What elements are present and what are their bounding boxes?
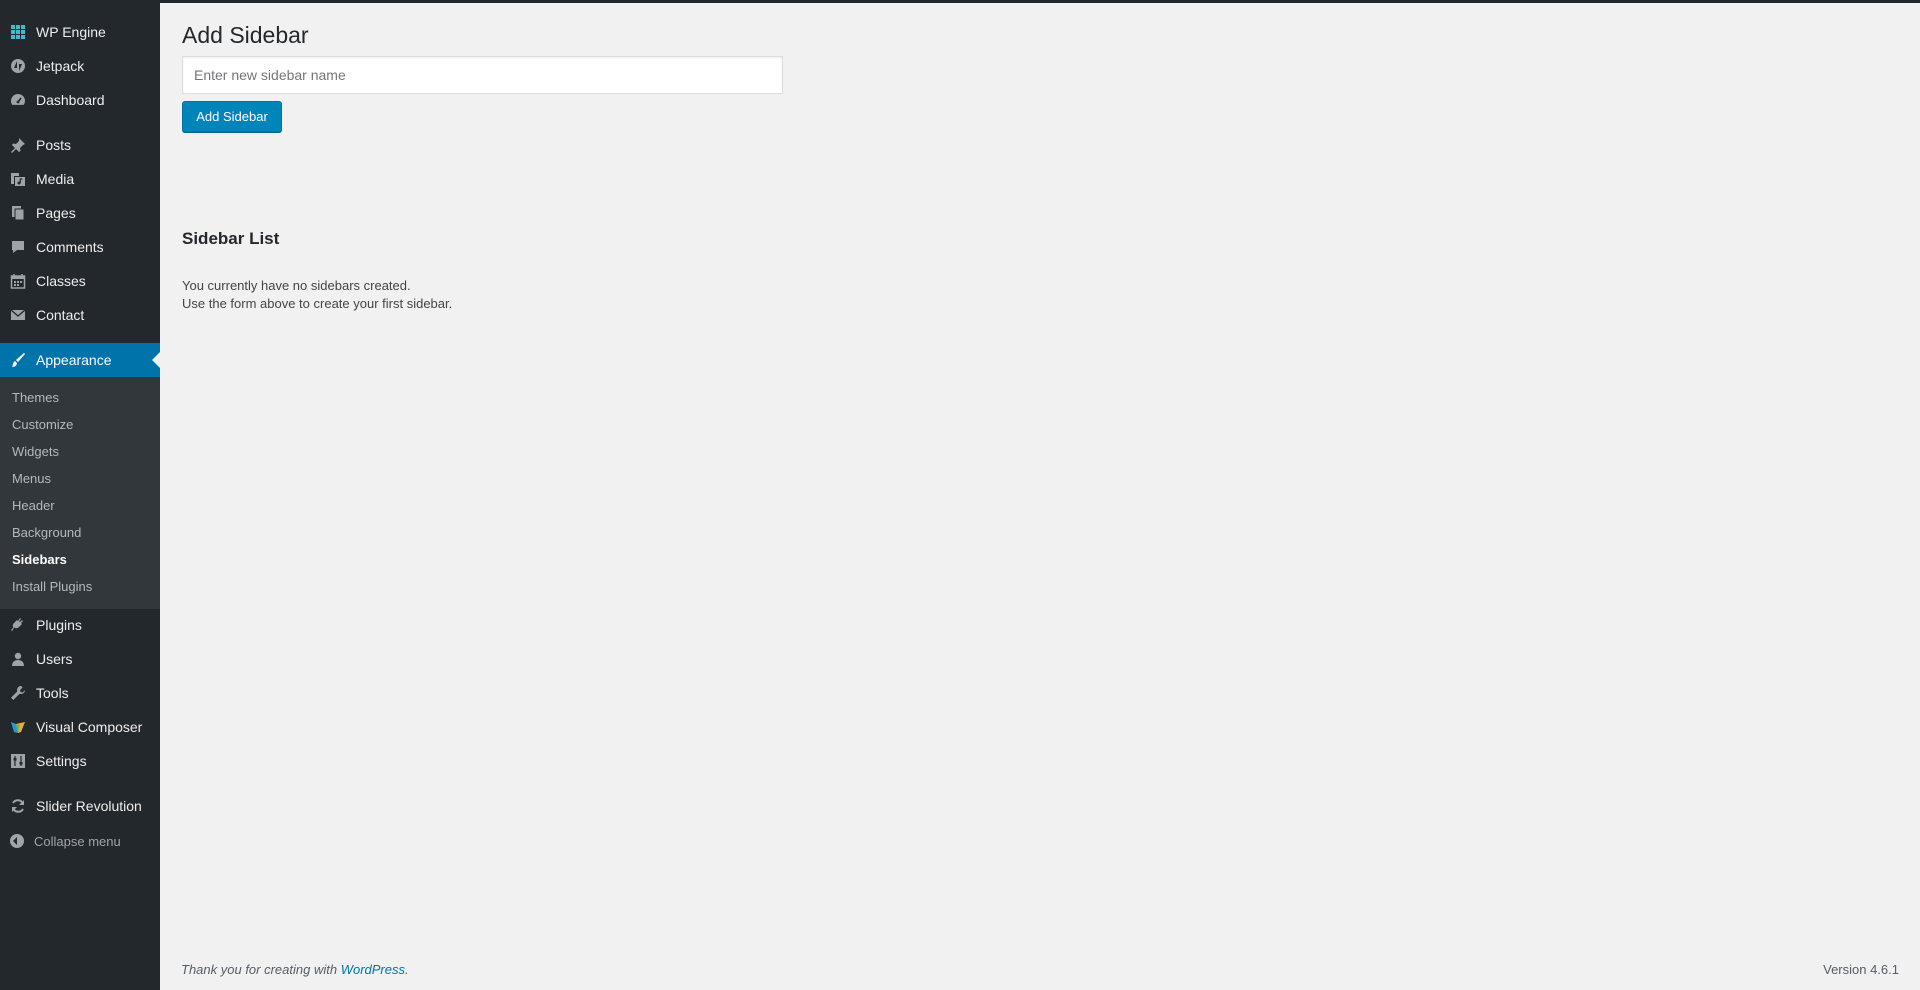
empty-message-line-1: You currently have no sidebars created.: [182, 278, 411, 293]
sidebar-item-settings[interactable]: Settings: [0, 744, 160, 778]
user-icon: [0, 651, 36, 667]
wrench-icon: [0, 685, 36, 701]
comment-icon: [0, 239, 36, 255]
sidebar-item-contact[interactable]: Contact: [0, 298, 160, 332]
submenu-item-widgets[interactable]: Widgets: [12, 444, 59, 459]
sidebar-item-label: Jetpack: [36, 58, 85, 74]
calendar-icon: [0, 273, 36, 289]
sidebar-item-classes[interactable]: Classes: [0, 264, 160, 298]
sidebar-item-label: Pages: [36, 205, 76, 221]
collapse-menu-label: Collapse menu: [34, 833, 121, 849]
sidebar-item-label: Slider Revolution: [36, 798, 142, 814]
sidebar-item-users[interactable]: Users: [0, 642, 160, 676]
sidebar-item-dashboard[interactable]: Dashboard: [0, 83, 160, 117]
mail-icon: [0, 307, 36, 323]
footer-version: Version 4.6.1: [1823, 962, 1899, 977]
pages-icon: [0, 205, 36, 221]
collapse-arrow-icon: [0, 834, 34, 848]
sidebar-item-label: Settings: [36, 753, 87, 769]
sidebar-item-label: Visual Composer: [36, 719, 143, 735]
sidebar-item-label: WP Engine: [36, 24, 106, 40]
sidebar-item-label: Tools: [36, 685, 69, 701]
submenu-item-menus[interactable]: Menus: [12, 471, 51, 486]
wp-engine-icon: [0, 24, 36, 40]
submenu-item-background[interactable]: Background: [12, 525, 81, 540]
empty-sidebar-message: You currently have no sidebars created. …: [182, 277, 452, 313]
empty-message-line-2: Use the form above to create your first …: [182, 296, 453, 311]
sidebar-item-slider-revolution[interactable]: Slider Revolution: [0, 789, 160, 823]
sidebar-item-label: Plugins: [36, 617, 82, 633]
sidebar-item-visual-composer[interactable]: Visual Composer: [0, 710, 160, 744]
sidebar-item-posts[interactable]: Posts: [0, 128, 160, 162]
sidebar-item-comments[interactable]: Comments: [0, 230, 160, 264]
sidebar-item-media[interactable]: Media: [0, 162, 160, 196]
collapse-menu-button[interactable]: Collapse menu: [0, 828, 160, 854]
sidebar-item-label: Users: [36, 651, 73, 667]
media-icon: [0, 171, 36, 187]
sidebar-item-tools[interactable]: Tools: [0, 676, 160, 710]
sidebar-item-plugins[interactable]: Plugins: [0, 608, 160, 642]
submenu-item-themes[interactable]: Themes: [12, 390, 59, 405]
sidebar-item-label: Posts: [36, 137, 72, 153]
appearance-submenu: Themes Customize Widgets Menus Header Ba…: [0, 377, 160, 609]
dashboard-icon: [0, 92, 36, 108]
sidebar-item-jetpack[interactable]: Jetpack: [0, 49, 160, 83]
pin-icon: [0, 137, 36, 153]
wordpress-link[interactable]: WordPress: [341, 962, 405, 977]
sidebar-item-label: Classes: [36, 273, 86, 289]
submenu-item-install-plugins[interactable]: Install Plugins: [12, 579, 92, 594]
admin-sidebar: WP Engine Jetpack Dashboard Posts Media …: [0, 0, 160, 990]
sidebar-item-label: Dashboard: [36, 92, 105, 108]
sidebar-item-pages[interactable]: Pages: [0, 196, 160, 230]
sidebar-item-label: Contact: [36, 307, 85, 323]
sidebar-item-appearance[interactable]: Appearance: [0, 343, 160, 377]
footer-thanks: Thank you for creating with WordPress.: [181, 962, 409, 977]
sidebar-item-label: Comments: [36, 239, 104, 255]
jetpack-icon: [0, 58, 36, 74]
submenu-item-header[interactable]: Header: [12, 498, 55, 513]
sidebar-item-label: Appearance: [36, 352, 112, 368]
page-title: Add Sidebar: [182, 22, 309, 48]
settings-icon: [0, 753, 36, 769]
top-bar-edge: [0, 0, 1920, 3]
footer-thanks-suffix: .: [405, 962, 409, 977]
submenu-item-sidebars[interactable]: Sidebars: [12, 552, 67, 567]
sidebar-item-label: Media: [36, 171, 75, 187]
sidebar-item-wp-engine[interactable]: WP Engine: [0, 15, 160, 49]
submenu-item-customize[interactable]: Customize: [12, 417, 73, 432]
paintbrush-icon: [0, 352, 36, 368]
sidebar-name-input[interactable]: [182, 56, 783, 94]
visual-composer-icon: [0, 719, 36, 735]
plug-icon: [0, 617, 36, 633]
footer-thanks-prefix: Thank you for creating with: [181, 962, 341, 977]
sidebar-list-heading: Sidebar List: [182, 229, 280, 248]
refresh-icon: [0, 798, 36, 814]
add-sidebar-button[interactable]: Add Sidebar: [182, 101, 282, 132]
